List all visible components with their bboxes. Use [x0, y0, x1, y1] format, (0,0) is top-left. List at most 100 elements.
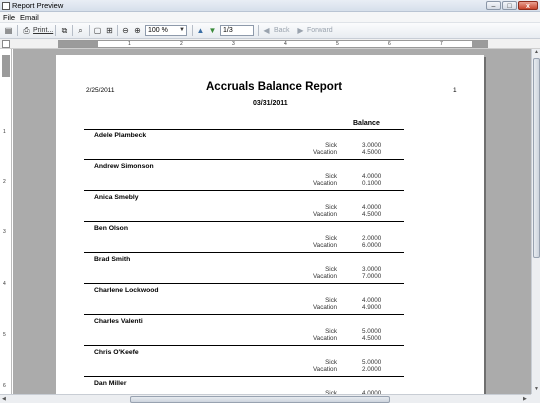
print-button[interactable]: Print... — [33, 25, 53, 36]
back-icon[interactable]: ◀ — [261, 25, 272, 36]
page-setup-icon[interactable]: ▤ — [3, 25, 14, 36]
accrual-type: Sick — [325, 359, 337, 366]
menu-file[interactable]: File — [3, 13, 15, 22]
size-grip — [531, 394, 540, 403]
employee-separator — [84, 376, 404, 377]
accrual-row: Vacation 6.0000 — [84, 242, 404, 252]
horizontal-ruler: 1 2 3 4 5 6 7 — [58, 40, 488, 48]
ruler-tick: 5 — [3, 332, 6, 338]
zoom-in-icon[interactable]: ⊕ — [132, 25, 143, 36]
accrual-balance: 5.0000 — [362, 328, 382, 335]
page-input[interactable]: 1/3 — [220, 25, 254, 36]
ruler-tick: 7 — [440, 41, 443, 47]
accrual-balance: 3.0000 — [362, 142, 382, 149]
report-page-number: 1 — [453, 87, 457, 94]
employee-name: Andrew Simonson — [94, 163, 154, 170]
next-page-icon[interactable]: ▼ — [207, 25, 218, 36]
accrual-balance: 4.9000 — [362, 304, 382, 311]
accrual-row: Vacation 4.5000 — [84, 211, 404, 221]
ruler-tick: 1 — [128, 41, 131, 47]
accrual-row: Vacation 4.9000 — [84, 304, 404, 314]
ruler-tick: 4 — [284, 41, 287, 47]
copy-icon[interactable]: ⧉ — [59, 25, 70, 36]
maximize-button[interactable]: □ — [502, 1, 517, 10]
ruler-tick: 3 — [232, 41, 235, 47]
horizontal-scroll-thumb[interactable] — [130, 396, 390, 403]
ruler-tick: 2 — [3, 179, 6, 185]
scroll-down-icon[interactable]: ▼ — [533, 386, 540, 392]
accrual-type: Sick — [325, 297, 337, 304]
employee-separator — [84, 314, 404, 315]
multi-page-icon[interactable]: ⊞ — [104, 25, 115, 36]
accrual-type: Sick — [325, 328, 337, 335]
accrual-type: Vacation — [312, 180, 337, 187]
menu-bar: File Email — [0, 12, 540, 23]
ruler-tick: 5 — [336, 41, 339, 47]
scroll-up-icon[interactable]: ▲ — [533, 49, 540, 55]
horizontal-scrollbar[interactable]: ◀ ▶ — [0, 394, 531, 403]
accrual-type: Vacation — [312, 273, 337, 280]
printer-icon[interactable]: ⎙ — [21, 25, 32, 36]
accrual-balance: 4.5000 — [362, 335, 382, 342]
title-bar: Report Preview – □ x — [0, 0, 540, 12]
accrual-balance: 7.0000 — [362, 273, 382, 280]
employee-separator — [84, 345, 404, 346]
employee-name: Charlene Lockwood — [94, 287, 159, 294]
employee-name: Charles Valenti — [94, 318, 143, 325]
scroll-left-icon[interactable]: ◀ — [2, 396, 6, 402]
employee-name: Brad Smith — [94, 256, 131, 263]
report-date: 2/25/2011 — [86, 87, 115, 94]
back-button[interactable]: Back — [274, 25, 290, 36]
ruler-tick: 2 — [180, 41, 183, 47]
page-value: 1/3 — [223, 27, 233, 34]
chevron-down-icon: ▼ — [179, 27, 185, 33]
zoom-out-icon[interactable]: ⊖ — [120, 25, 131, 36]
toolbar: ▤ ⎙ Print... ⧉ ⌕ ▢ ⊞ ⊖ ⊕ 100 % ▼ ▲ ▼ 1/3… — [0, 23, 540, 39]
prev-page-icon[interactable]: ▲ — [195, 25, 206, 36]
vertical-scroll-thumb[interactable] — [533, 58, 540, 258]
employee-separator — [84, 252, 404, 253]
accrual-type: Vacation — [312, 242, 337, 249]
employee-separator — [84, 283, 404, 284]
accrual-balance: 6.0000 — [362, 242, 382, 249]
forward-button[interactable]: Forward — [307, 25, 333, 36]
minimize-button[interactable]: – — [486, 1, 501, 10]
accrual-row: Vacation 4.5000 — [84, 335, 404, 345]
accrual-balance: 4.0000 — [362, 173, 382, 180]
horizontal-ruler-row: 1 2 3 4 5 6 7 — [0, 39, 540, 49]
single-page-icon[interactable]: ▢ — [92, 25, 103, 36]
accrual-balance: 4.5000 — [362, 211, 382, 218]
scroll-right-icon[interactable]: ▶ — [523, 396, 527, 402]
employee-name: Dan Miller — [94, 380, 127, 387]
report-subtitle: 03/31/2011 — [253, 100, 288, 107]
accrual-balance: 2.0000 — [362, 366, 382, 373]
accrual-row: Vacation 2.0000 — [84, 366, 404, 376]
vertical-ruler: 1 2 3 4 5 6 — [0, 49, 12, 394]
employee-name: Chris O'Keefe — [94, 349, 139, 356]
accrual-type: Vacation — [312, 211, 337, 218]
ruler-tick: 3 — [3, 229, 6, 235]
employee-separator — [84, 159, 404, 160]
accrual-type: Sick — [325, 173, 337, 180]
ruler-tick: 4 — [3, 281, 6, 287]
accrual-balance: 4.0000 — [362, 297, 382, 304]
accrual-type: Sick — [325, 204, 337, 211]
zoom-dropdown[interactable]: 100 % ▼ — [145, 25, 187, 36]
ruler-tick: 6 — [3, 383, 6, 389]
accrual-balance: 2.0000 — [362, 235, 382, 242]
accrual-balance: 4.0000 — [362, 204, 382, 211]
accrual-balance: 0.1000 — [362, 180, 382, 187]
preview-canvas[interactable]: 2/25/2011 Accruals Balance Report 1 03/3… — [13, 49, 531, 394]
app-icon — [2, 2, 10, 10]
accrual-balance: 3.0000 — [362, 266, 382, 273]
binoculars-icon[interactable]: ⌕ — [75, 25, 86, 36]
accrual-type: Vacation — [312, 366, 337, 373]
menu-email[interactable]: Email — [20, 13, 39, 22]
vertical-scrollbar[interactable]: ▲ ▼ — [531, 49, 540, 394]
forward-icon[interactable]: ▶ — [295, 25, 306, 36]
report-title: Accruals Balance Report — [206, 81, 343, 93]
employee-separator — [84, 221, 404, 222]
accrual-row: Vacation 4.5000 — [84, 149, 404, 159]
balance-column-header: Balance — [353, 120, 380, 127]
close-button[interactable]: x — [518, 1, 538, 10]
